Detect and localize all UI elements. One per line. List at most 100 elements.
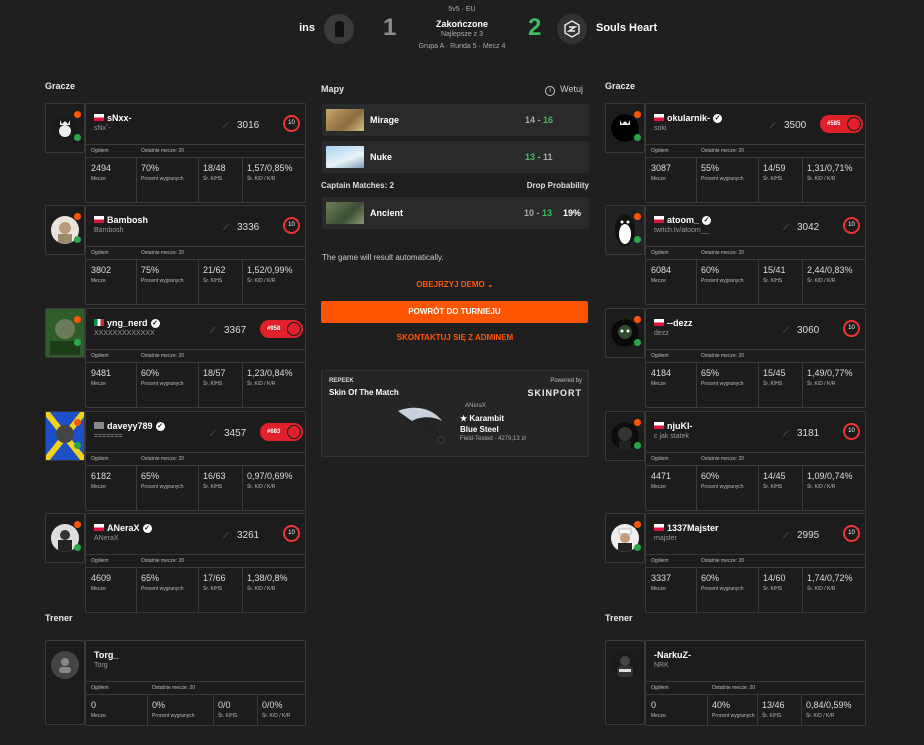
- stat-label: Ogółem: [651, 685, 669, 691]
- divider: [758, 362, 759, 407]
- player-name[interactable]: --dezz: [667, 318, 693, 328]
- player-avatar[interactable]: [605, 205, 645, 255]
- verified-check-icon: ✓: [713, 114, 723, 123]
- stat-label: Ostatnie mecze: 20: [152, 685, 196, 691]
- level-icon: [74, 213, 81, 220]
- stat-winrate: 60%: [141, 368, 160, 378]
- stat-label: Ogółem: [651, 456, 669, 462]
- player-stats: Ogółem Ostatnie mecze: 20 3337 Mecze 60% Proc…: [646, 554, 865, 612]
- stat-label: Mecze: [651, 586, 666, 592]
- map-score: 14 - 16: [525, 115, 554, 125]
- stat-label: Procent wygranych: [701, 484, 744, 490]
- player-name[interactable]: okularnik- ✓: [667, 113, 723, 123]
- stat-label: Śr. K/D / K/R: [807, 278, 836, 284]
- player-name[interactable]: sNxx-: [107, 113, 132, 123]
- player-avatar[interactable]: [45, 411, 85, 461]
- stat-matches: 2494: [91, 163, 112, 173]
- divider: [696, 259, 697, 304]
- player-nickname: soki: [654, 125, 667, 132]
- stat-label: Procent wygranych: [701, 278, 744, 284]
- team-a-coach-heading: Trener: [45, 613, 73, 623]
- skin-finish: Blue Steel: [460, 425, 499, 434]
- stat-khs: 15/45: [763, 368, 786, 378]
- player-avatar[interactable]: [45, 513, 85, 563]
- contact-admin-link[interactable]: SKONTAKTUJ SIĘ Z ADMINEM: [321, 333, 589, 342]
- player-avatar[interactable]: [45, 308, 85, 358]
- team-b-logo[interactable]: [557, 14, 587, 44]
- player-avatar[interactable]: [605, 513, 645, 563]
- player-name[interactable]: yng_nerd ✓: [107, 318, 160, 328]
- player-info: --dezz dezz ⟋ 3060 10 Ogółem Ostatnie mecze: 2…: [645, 308, 866, 408]
- player-avatar[interactable]: [605, 308, 645, 358]
- stat-winrate: 60%: [701, 265, 720, 275]
- watch-demo-link[interactable]: OBEJRZYJ DEMO ⌄: [321, 280, 589, 289]
- stat-label: Mecze: [91, 713, 106, 719]
- map-name: Nuke: [370, 152, 393, 162]
- stat-label: Śr. K/HS: [203, 586, 223, 592]
- trend-icon: ⟋: [210, 326, 216, 335]
- coach-info: Torg_ Torg Ogółem Ostatnie mecze: 20 0 0…: [85, 640, 306, 726]
- player-name[interactable]: atoom_ ✓: [667, 215, 712, 225]
- stat-khs: 14/45: [763, 471, 786, 481]
- player-header: daveyy789 ✓ ======= ⟋ 3457 #683: [86, 412, 305, 452]
- stat-kd: 1,52/0,99%: [247, 265, 293, 275]
- stat-kd: 2,44/0,83%: [807, 265, 853, 275]
- team-a-logo[interactable]: [324, 14, 354, 44]
- stat-label: Ogółem: [91, 456, 109, 462]
- stat-kd: 0,97/0,69%: [247, 471, 293, 481]
- veto-button[interactable]: i Wetuj: [545, 84, 583, 96]
- player-stats: Ogółem Ostatnie mecze: 20 6084 Mecze 60% Proc…: [646, 246, 865, 304]
- sponsor-logo[interactable]: SKINPORT: [527, 388, 582, 398]
- stat-label: Mecze: [651, 381, 666, 387]
- score-b: 13: [542, 208, 553, 218]
- player-name[interactable]: ANeraX ✓: [107, 523, 152, 533]
- coach-avatar[interactable]: [45, 640, 85, 725]
- player-avatar[interactable]: [605, 103, 645, 153]
- player-info: Bambosh Bambosh ⟋ 3336 10 Ogółem Ostatnie mecz…: [85, 205, 306, 305]
- team-a-name[interactable]: ins: [290, 22, 315, 34]
- player-name[interactable]: njuKI-: [667, 421, 693, 431]
- divider: [802, 465, 803, 510]
- coach-name[interactable]: -NarkuZ-: [654, 650, 691, 660]
- level-ring-icon: [287, 425, 301, 439]
- player-name[interactable]: 1337Majster: [667, 523, 719, 533]
- player-avatar[interactable]: [605, 411, 645, 461]
- level-icon: [634, 419, 641, 426]
- divider: [86, 349, 305, 350]
- player-nickname: dezz: [654, 330, 669, 337]
- divider: [758, 465, 759, 510]
- divider: [696, 567, 697, 612]
- stat-label: Procent wygranych: [712, 713, 755, 719]
- back-to-tournament-button[interactable]: POWRÓT DO TURNIEJU: [321, 301, 588, 323]
- skin-of-the-match-card[interactable]: REPEEK Skin Of The Match Powered by SKIN…: [321, 370, 589, 457]
- player-name[interactable]: Bambosh: [107, 215, 148, 225]
- player-avatar[interactable]: [45, 205, 85, 255]
- stat-khs: 17/66: [203, 573, 226, 583]
- player-elo: 3367: [224, 325, 247, 336]
- stat-label: Ogółem: [91, 558, 109, 564]
- coach-avatar[interactable]: [605, 640, 645, 725]
- map-row-ancient[interactable]: Ancient 10 - 13 19%: [322, 197, 589, 229]
- coach-nickname: Torg: [94, 662, 108, 669]
- stat-matches: 6084: [651, 265, 672, 275]
- verified-icon: [634, 442, 641, 449]
- stat-label: Śr. K/HS: [203, 381, 223, 387]
- divider: [646, 259, 865, 260]
- coach-name[interactable]: Torg_: [94, 650, 118, 660]
- country-flag-icon: [654, 216, 664, 223]
- player-name[interactable]: daveyy789 ✓: [107, 421, 165, 431]
- divider: [696, 465, 697, 510]
- stat-label: Procent wygranych: [701, 586, 744, 592]
- country-flag-icon: [94, 114, 104, 121]
- score-a: 13: [525, 152, 536, 162]
- level-icon: [74, 316, 81, 323]
- stat-label: Śr. K/D / K/R: [247, 484, 276, 490]
- map-row-nuke[interactable]: Nuke 13 - 11: [322, 141, 589, 173]
- map-row-mirage[interactable]: Mirage 14 - 16: [322, 104, 589, 136]
- stat-label: Ostatnie mecze: 20: [701, 353, 745, 359]
- player-avatar[interactable]: [45, 103, 85, 153]
- stat-khs: 14/59: [763, 163, 786, 173]
- powered-by: Powered by: [550, 378, 582, 384]
- team-b-name[interactable]: Souls Heart: [596, 22, 657, 34]
- player-stats: Ogółem Ostatnie mecze: 20 4609 Mecze 65% Proc…: [86, 554, 305, 612]
